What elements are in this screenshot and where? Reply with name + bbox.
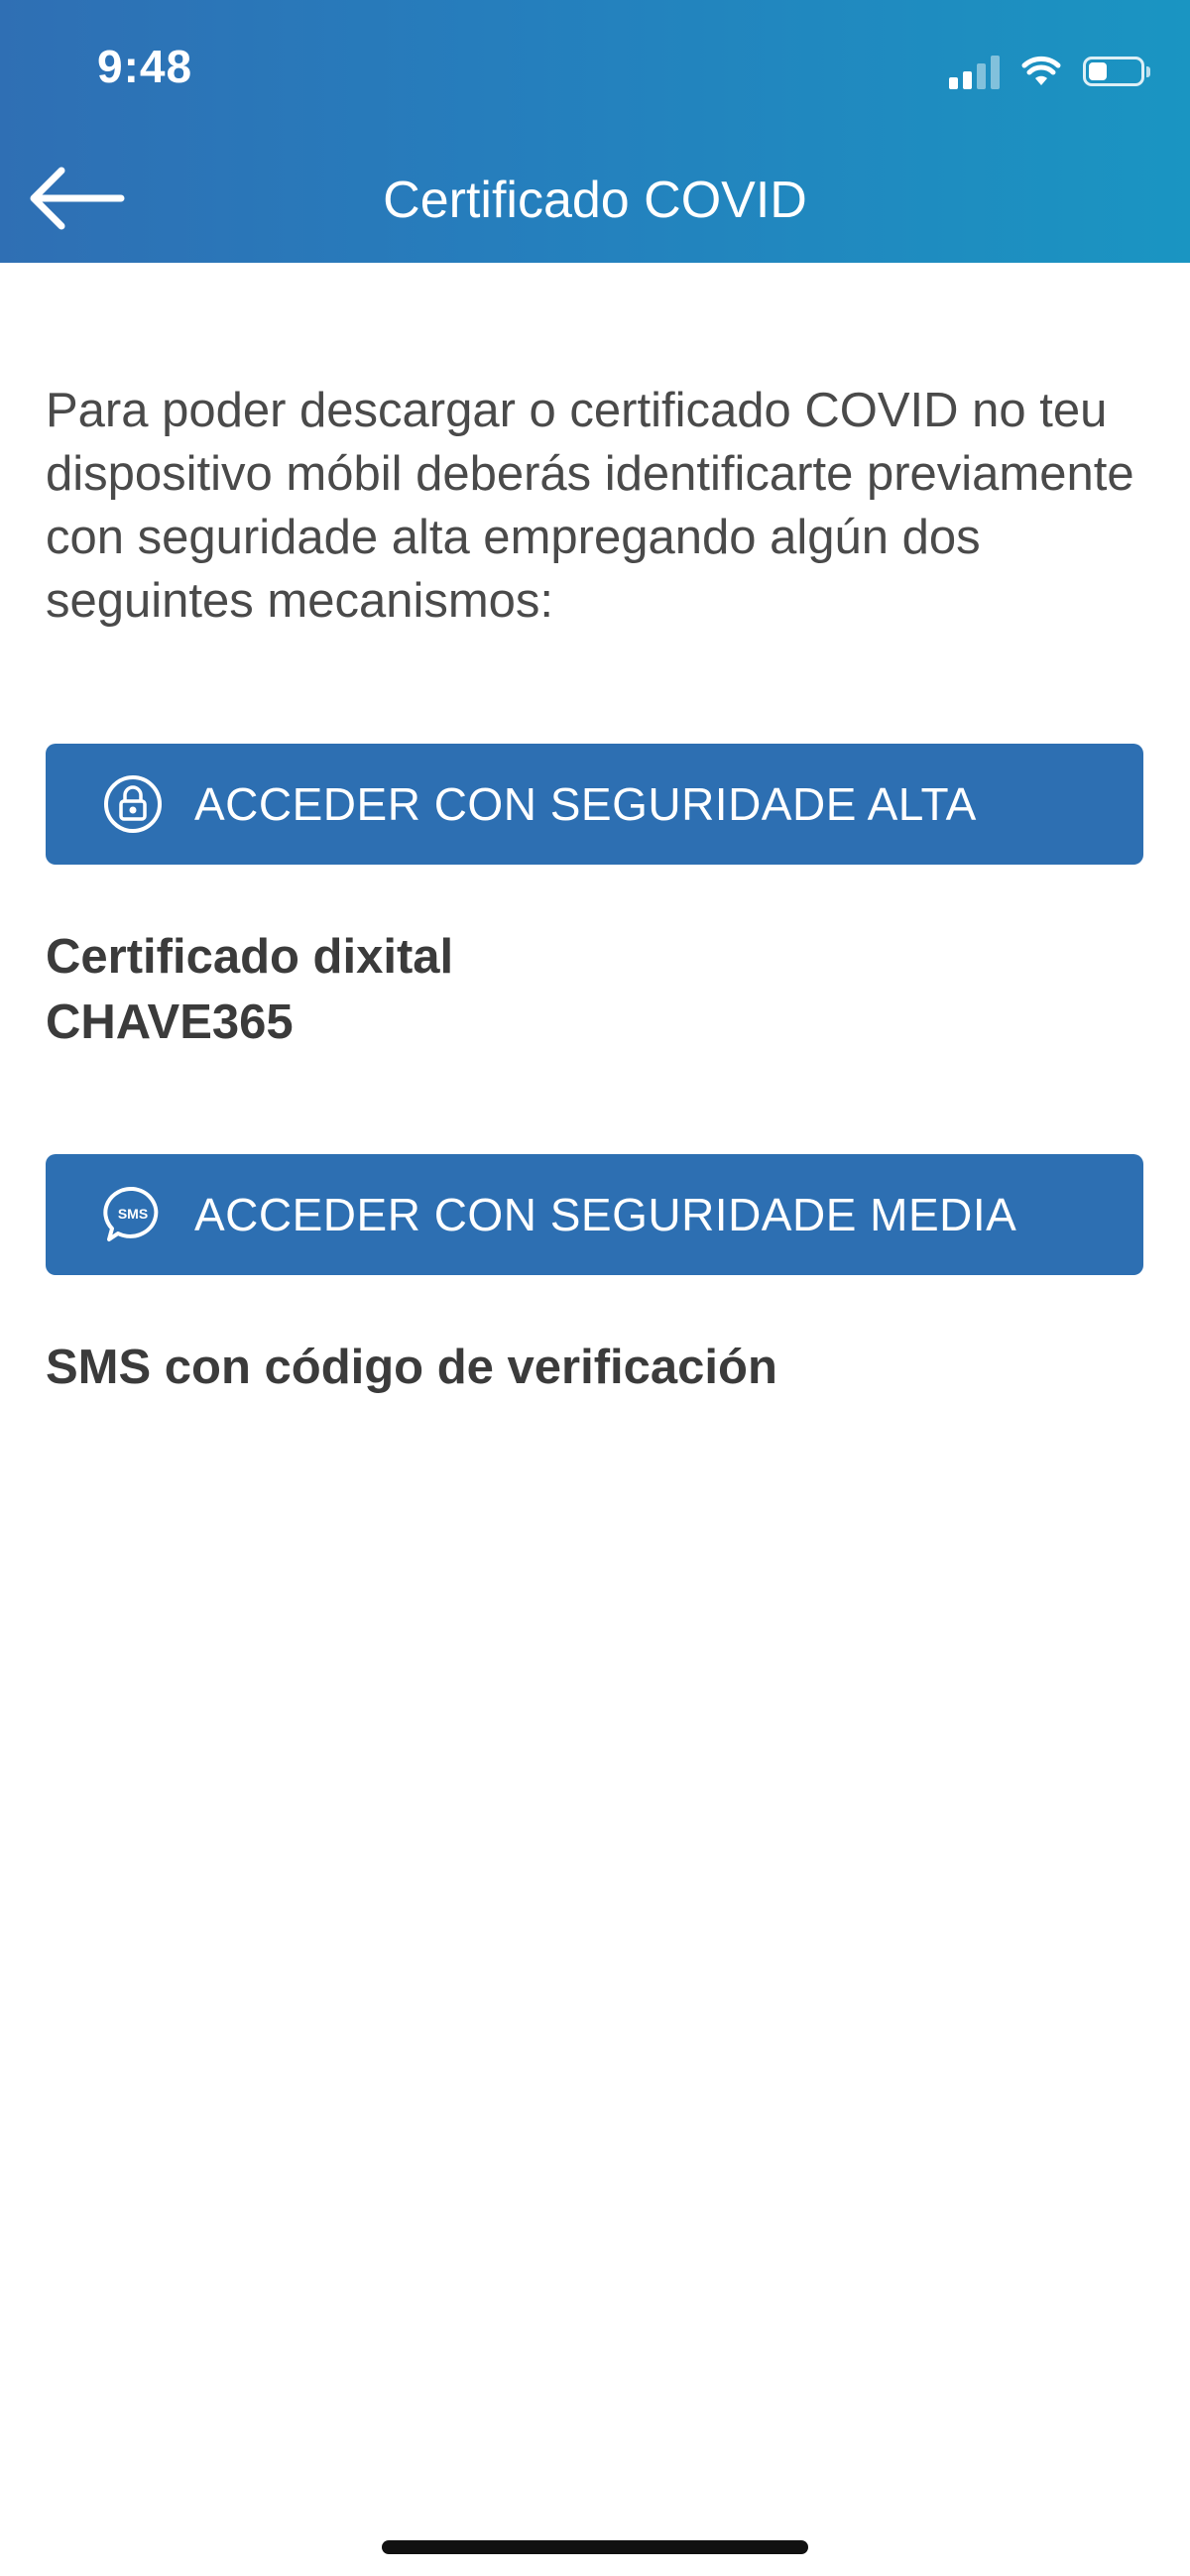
high-security-methods: Certificado dixital CHAVE365 [46,924,453,1055]
status-time: 9:48 [97,41,193,92]
access-medium-security-button[interactable]: SMS ACCEDER CON SEGURIDADE MEDIA [46,1154,1143,1275]
home-indicator [382,2540,808,2554]
access-high-security-button[interactable]: ACCEDER CON SEGURIDADE ALTA [46,744,1143,865]
lock-icon [101,772,165,836]
access-medium-security-label: ACCEDER CON SEGURIDADE MEDIA [194,1189,1017,1240]
page-title: Certificado COVID [383,172,807,229]
app-header: 9:48 Certificado COVID [0,0,1190,263]
signal-icon [949,54,1000,89]
intro-text: Para poder descargar o certificado COVID… [46,384,1134,628]
svg-text:SMS: SMS [118,1206,148,1222]
medium-security-methods: SMS con código de verificación [46,1335,777,1400]
access-high-security-label: ACCEDER CON SEGURIDADE ALTA [194,778,977,830]
screen: 9:48 Certificado COVID Para poder descar… [0,0,1190,2576]
method-chave365: CHAVE365 [46,995,294,1049]
method-digital-certificate: Certificado dixital [46,930,454,984]
wifi-icon [1021,56,1061,85]
battery-icon [1083,57,1150,86]
status-icons [949,50,1150,93]
method-sms-code: SMS con código de verificación [46,1341,777,1394]
sms-icon: SMS [101,1183,165,1246]
